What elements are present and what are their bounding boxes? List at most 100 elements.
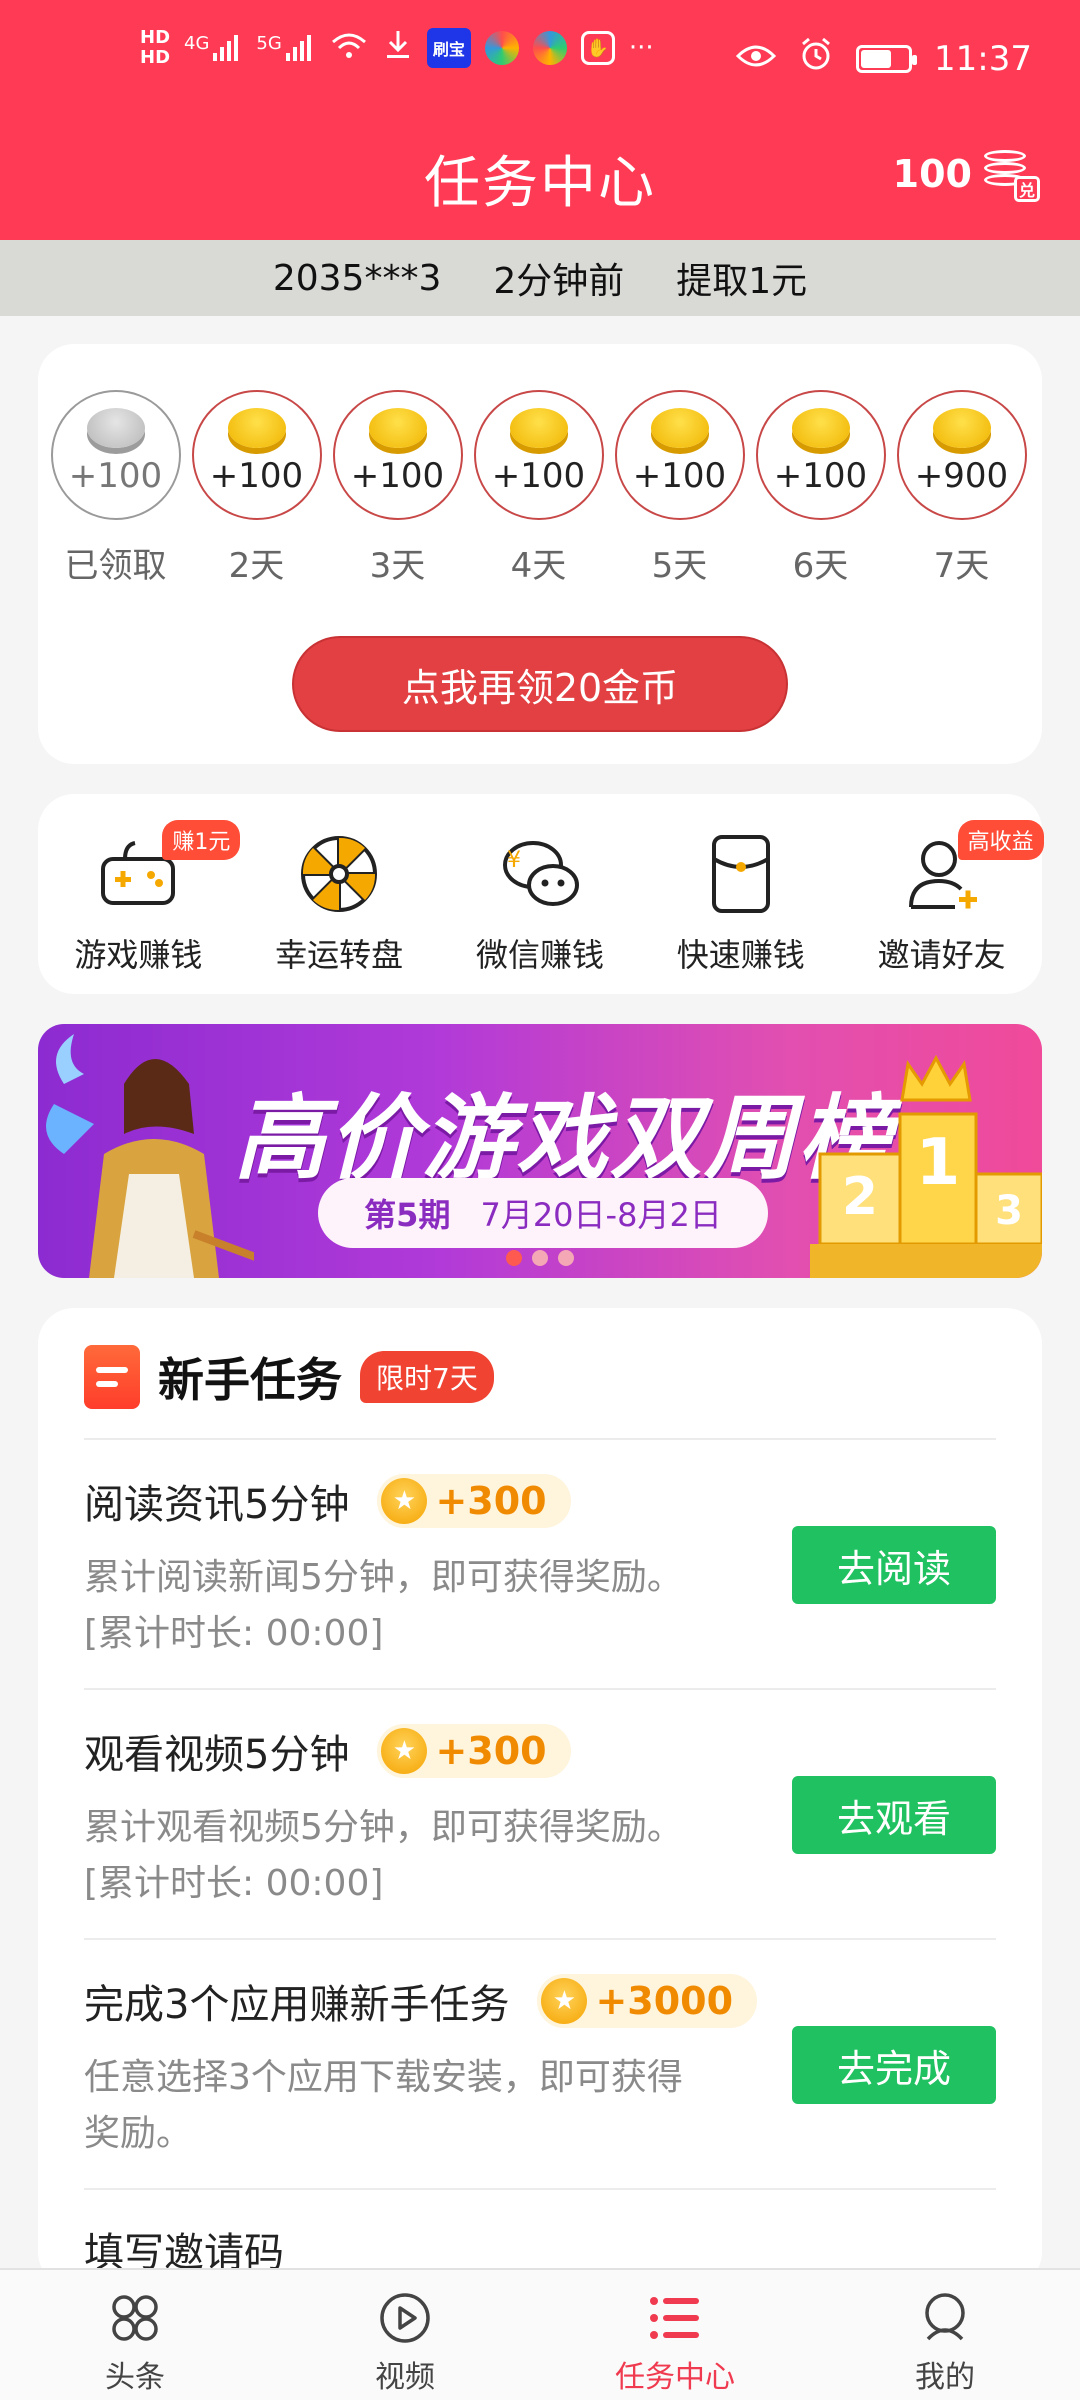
day-amount: +100 [491, 456, 586, 496]
carousel-dot[interactable] [532, 1250, 548, 1266]
hero-character-illustration [46, 1034, 254, 1278]
carousel-dot[interactable] [558, 1250, 574, 1266]
go-watch-button[interactable]: 去观看 [792, 1776, 996, 1854]
task-item-read: 阅读资讯5分钟 ★ +300 累计阅读新闻5分钟，即可获得奖励。[累计时长: 00… [84, 1438, 996, 1688]
checkin-day-4[interactable]: +100 4天 [473, 390, 604, 587]
task-name: 观看视频5分钟 [84, 1732, 350, 1778]
shortcut-badge: 赚1元 [162, 820, 241, 860]
hd-indicator: HD HD [140, 28, 170, 68]
checkin-day-7[interactable]: +900 7天 [896, 390, 1027, 587]
task-reward: ★ +3000 [537, 1974, 758, 2028]
tasks-header: 新手任务 限时7天 [84, 1344, 494, 1410]
claim-bonus-button[interactable]: 点我再领20金币 [292, 636, 788, 732]
signal-5g-icon: 5G [256, 33, 314, 63]
task-name-row: 观看视频5分钟 ★ +300 [84, 1722, 571, 1780]
nav-label: 我的 [915, 2360, 975, 2395]
nav-label: 任务中心 [615, 2360, 735, 2395]
shortcut-label: 游戏赚钱 [74, 936, 203, 974]
alarm-icon [798, 36, 834, 81]
coin-icon [227, 408, 286, 448]
coin-icon [791, 408, 850, 448]
coin-icon [932, 408, 991, 448]
shortcut-wechat[interactable]: ¥ 微信赚钱 [440, 826, 640, 976]
wifi-icon [329, 30, 369, 66]
banner-period: 第5期 7月20日-8月2日 [318, 1178, 768, 1248]
shortcut-badge: 高收益 [957, 820, 1044, 860]
banner-date-range: 7月20日-8月2日 [480, 1196, 722, 1234]
app-colorful-icon [484, 31, 519, 65]
eye-icon [735, 39, 777, 79]
checkin-day-6[interactable]: +100 6天 [755, 390, 886, 587]
battery-icon [856, 44, 918, 73]
day-label: 已领取 [64, 546, 167, 586]
profile-icon [917, 2290, 973, 2346]
clock-time: 11:37 [934, 38, 1032, 79]
day-amount: +100 [68, 456, 163, 496]
reward-amount: +3000 [595, 1979, 734, 2023]
coin-circle: +100 [191, 390, 322, 520]
exchange-tag: 兑 [1014, 176, 1040, 202]
task-reward: ★ +300 [377, 1724, 571, 1778]
checkin-day-5[interactable]: +100 5天 [614, 390, 745, 587]
bottom-navigation: 头条 视频 任务中心 我的 [0, 2268, 1080, 2400]
nav-video[interactable]: 视频 [270, 2270, 540, 2400]
day-amount: +100 [632, 456, 727, 496]
app-chip: 刷宝 [426, 28, 471, 68]
star-coin-icon: ★ [381, 1728, 428, 1774]
more-notifications: ··· [628, 33, 654, 63]
checkin-day-2[interactable]: +100 2天 [191, 390, 322, 587]
hd-label-2: HD [140, 47, 171, 68]
status-right: 11:37 [735, 36, 1032, 81]
task-description: 累计阅读新闻5分钟，即可获得奖励。[累计时长: 00:00] [84, 1557, 683, 1654]
task-list-icon [647, 2290, 703, 2346]
headlines-icon [107, 2290, 163, 2346]
task-name-row: 阅读资讯5分钟 ★ +300 [84, 1472, 571, 1530]
reward-amount: +300 [435, 1479, 547, 1523]
shortcut-label: 幸运转盘 [275, 936, 404, 974]
checkin-day-1[interactable]: +100 已领取 [50, 390, 181, 587]
earn-shortcuts: 游戏赚钱 赚1元 幸运转盘 ¥ 微信赚钱 快速赚钱 邀请好友 高收益 [38, 794, 1044, 994]
coin-balance[interactable]: 100 兑 [893, 148, 1040, 202]
status-bar: HD HD 4G 5G 刷宝 ✋ ··· 11:37 [0, 0, 1080, 108]
tasks-title: 新手任务 [158, 1353, 342, 1407]
coin-circle: +900 [896, 390, 1027, 520]
checkin-days: +100 已领取 +100 2天 +100 3天 +100 4天 +100 5天… [50, 390, 1027, 587]
coin-circle: +100 [755, 390, 886, 520]
coin-circle: +100 [614, 390, 745, 520]
newbie-tasks-card: 新手任务 限时7天 阅读资讯5分钟 ★ +300 累计阅读新闻5分钟，即可获得奖励… [38, 1308, 1042, 2288]
nav-task-center[interactable]: 任务中心 [540, 2270, 810, 2400]
shortcut-fast[interactable]: 快速赚钱 [641, 826, 841, 976]
coin-icon [509, 408, 568, 448]
carousel-dot-active[interactable] [506, 1250, 522, 1266]
shortcut-label: 快速赚钱 [676, 936, 805, 974]
go-complete-button[interactable]: 去完成 [792, 2026, 996, 2104]
podium-trophy-illustration: 1 2 3 [810, 1054, 1042, 1278]
day-label: 2天 [228, 546, 285, 586]
promo-banner[interactable]: 高价游戏双周榜 第5期 7月20日-8月2日 1 2 3 [38, 1024, 1042, 1278]
ticker-user: 2035***3 [272, 257, 442, 299]
download-icon [383, 29, 413, 67]
day-amount: +100 [350, 456, 445, 496]
podium-first: 1 [916, 1126, 961, 1200]
task-item-video: 观看视频5分钟 ★ +300 累计观看视频5分钟，即可获得奖励。[累计时长: 00… [84, 1688, 996, 1938]
shortcut-label: 微信赚钱 [475, 936, 604, 974]
day-label: 5天 [651, 546, 708, 586]
nav-label: 视频 [375, 2360, 435, 2395]
ticker-action: 提取1元 [676, 261, 808, 302]
banner-issue: 第5期 [364, 1196, 451, 1234]
checkin-day-3[interactable]: +100 3天 [332, 390, 463, 587]
coin-circle: +100 [50, 390, 181, 520]
day-amount: +100 [773, 456, 868, 496]
coin-icon [86, 408, 145, 448]
nav-profile[interactable]: 我的 [810, 2270, 1080, 2400]
shortcut-wheel[interactable]: 幸运转盘 [239, 826, 439, 976]
go-read-button[interactable]: 去阅读 [792, 1526, 996, 1604]
day-label: 4天 [510, 546, 567, 586]
wheel-icon [291, 826, 387, 922]
network-5g-label: 5G [256, 33, 282, 54]
coin-circle: +100 [473, 390, 604, 520]
shortcut-game[interactable]: 游戏赚钱 赚1元 [38, 820, 241, 976]
nav-label: 头条 [105, 2360, 165, 2395]
nav-headlines[interactable]: 头条 [0, 2270, 270, 2400]
shortcut-invite[interactable]: 邀请好友 高收益 [842, 820, 1044, 976]
